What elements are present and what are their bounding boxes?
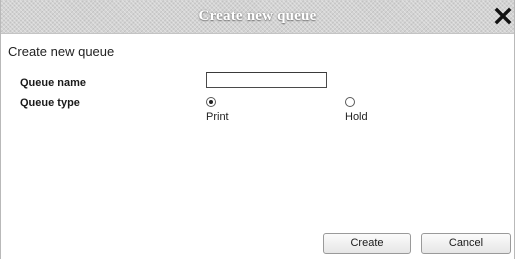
queue-name-input[interactable] — [206, 72, 327, 88]
queue-type-hold-option[interactable]: Hold — [345, 97, 368, 123]
hold-radio[interactable] — [345, 97, 355, 107]
queue-type-label: Queue type — [20, 97, 80, 109]
hold-radio-label: Hold — [345, 111, 368, 123]
print-radio[interactable] — [206, 97, 216, 107]
dialog-title: Create new queue — [198, 8, 317, 24]
dialog-titlebar: Create new queue — [1, 0, 514, 34]
radio-selected-dot — [209, 100, 213, 104]
create-button[interactable]: Create — [323, 233, 411, 254]
queue-name-label: Queue name — [20, 77, 87, 89]
create-queue-dialog: Create new queue Create new queue Queue … — [0, 0, 515, 259]
print-radio-label: Print — [206, 111, 229, 123]
cancel-button[interactable]: Cancel — [421, 233, 511, 254]
section-heading: Create new queue — [8, 44, 115, 59]
queue-type-print-option[interactable]: Print — [206, 97, 229, 123]
close-icon[interactable] — [494, 7, 512, 25]
